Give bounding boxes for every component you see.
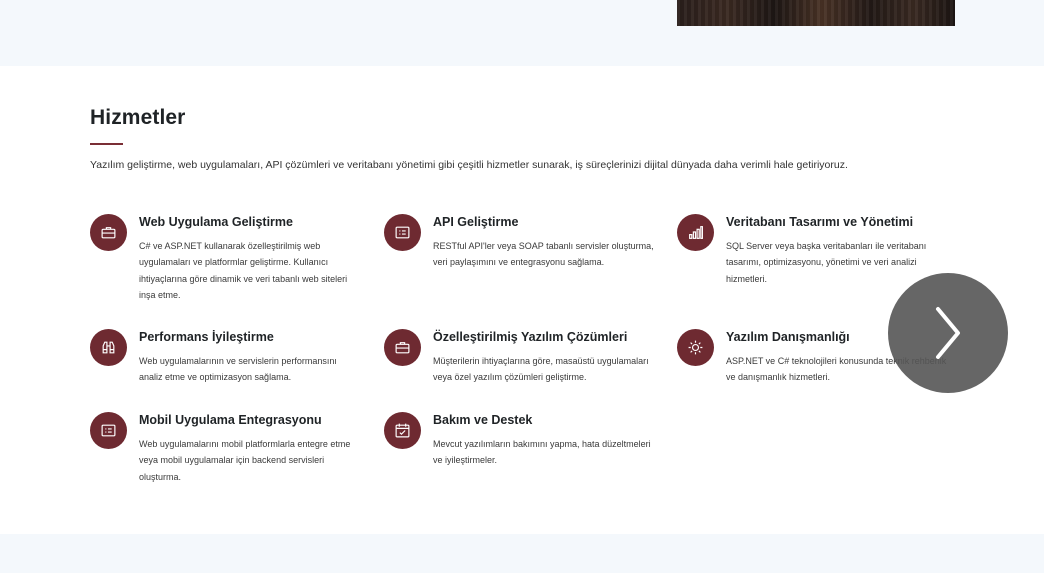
service-description: Web uygulamalarını mobil platformlarla e… xyxy=(139,439,351,482)
briefcase-icon xyxy=(384,329,421,366)
service-title: API Geliştirme xyxy=(433,215,519,229)
service-title: Performans İyileştirme xyxy=(139,330,274,344)
bar-chart-icon xyxy=(677,214,714,251)
sun-icon xyxy=(677,329,714,366)
service-description: Web uygulamalarının ve servislerin perfo… xyxy=(139,356,337,383)
service-title: Mobil Uygulama Entegrasyonu xyxy=(139,413,322,427)
card-list-icon xyxy=(90,412,127,449)
binoculars-icon xyxy=(90,329,127,366)
carousel-next-button[interactable] xyxy=(888,273,1008,393)
service-description: SQL Server veya başka veritabanları ile … xyxy=(726,241,927,284)
service-title: Web Uygulama Geliştirme xyxy=(139,215,293,229)
service-description: Mevcut yazılımların bakımını yapma, hata… xyxy=(433,439,651,466)
service-description: RESTful API'ler veya SOAP tabanlı servis… xyxy=(433,241,654,268)
service-description: C# ve ASP.NET kullanarak özelleştirilmiş… xyxy=(139,241,348,300)
next-section xyxy=(0,534,1044,573)
services-section: Hizmetler Yazılım geliştirme, web uygula… xyxy=(0,66,1044,534)
calendar-check-icon xyxy=(384,412,421,449)
previous-section xyxy=(0,0,1044,66)
service-title: Yazılım Danışmanlığı xyxy=(726,330,850,344)
briefcase-icon xyxy=(90,214,127,251)
service-title: Bakım ve Destek xyxy=(433,413,533,427)
service-title: Özelleştirilmiş Yazılım Çözümleri xyxy=(433,330,628,344)
section-title: Hizmetler xyxy=(90,106,186,129)
card-list-icon xyxy=(384,214,421,251)
service-title: Veritabanı Tasarımı ve Yönetimi xyxy=(726,215,914,229)
section-description: Yazılım geliştirme, web uygulamaları, AP… xyxy=(90,159,848,171)
bookshelf-image xyxy=(677,0,955,26)
chevron-right-icon xyxy=(936,307,960,359)
title-underline xyxy=(90,143,123,145)
service-description: Müşterilerin ihtiyaçlarına göre, masaüst… xyxy=(433,356,649,383)
